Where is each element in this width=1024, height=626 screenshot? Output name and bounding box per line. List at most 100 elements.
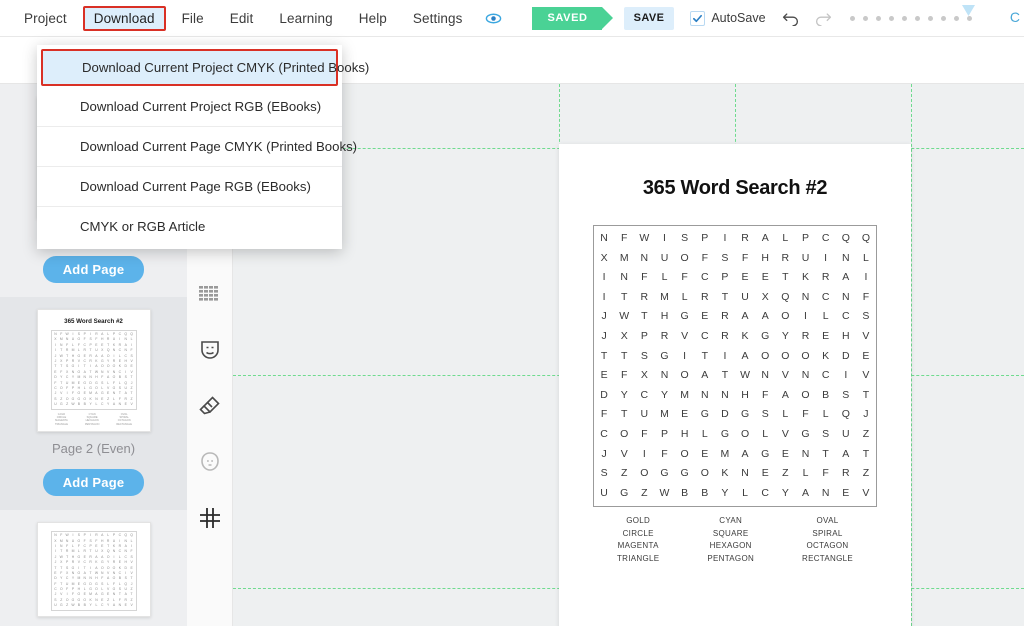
grid-cell-r2-c7: E <box>741 271 749 284</box>
grid-cell-r7-c9: V <box>781 369 789 382</box>
grid-cell-r7-c11: C <box>821 369 830 382</box>
menu-option-download-project-rgb[interactable]: Download Current Project RGB (EBooks) <box>37 87 342 127</box>
add-page-button-1[interactable]: Add Page <box>42 256 145 284</box>
autosave-checkbox[interactable] <box>690 10 706 26</box>
grid-cell-r8-c12: S <box>842 388 850 401</box>
word-list-item: PENTAGON <box>707 553 755 563</box>
grid-cell-r0-c1: F <box>621 232 628 244</box>
eye-icon[interactable] <box>485 10 502 27</box>
slider-dot[interactable] <box>901 15 907 21</box>
grid-cell-r12-c2: O <box>640 467 649 480</box>
slider-dot[interactable] <box>940 15 946 21</box>
word-list-item: RECTANGLE <box>802 553 854 563</box>
slider-handle-icon[interactable] <box>961 4 976 22</box>
menu-item-learning[interactable]: Learning <box>269 7 342 30</box>
grid-cell-r5-c5: C <box>700 329 709 342</box>
menu-item-help[interactable]: Help <box>349 7 397 30</box>
grid-cell-r9-c4: E <box>681 408 689 421</box>
paintbrush-icon[interactable] <box>197 393 223 419</box>
word-list[interactable]: GOLD CIRCLE MAGENTA TRIANGLE CYAN SQUARE HEXAG… <box>593 515 877 565</box>
menu-option-download-page-rgb[interactable]: Download Current Page RGB (EBooks) <box>37 167 342 207</box>
undo-icon[interactable] <box>782 10 801 26</box>
page-slot-3[interactable]: NFWISPIRALPCQQXMNUOFSFHRUINLINFLFCPEETKR… <box>0 510 187 617</box>
download-dropdown-menu[interactable]: Download Current Project CMYK (Printed B… <box>37 45 369 249</box>
grid-cell-r4-c1: W <box>619 310 630 323</box>
grid-cell-r1-c2: N <box>640 251 649 264</box>
grid-cell-r13-c9: Y <box>781 486 789 499</box>
grid-cell-r13-c2: Z <box>641 486 648 499</box>
crossword-grid-icon[interactable] <box>197 281 223 307</box>
slider-dot[interactable] <box>927 15 933 21</box>
grid-cell-r3-c7: U <box>741 290 749 303</box>
grid-cell-r1-c4: O <box>680 251 689 264</box>
page-thumbnail[interactable]: NFWISPIRALPCQQXMNUOFSFHRUINLINFLFCPEETKR… <box>36 522 151 617</box>
redo-icon[interactable] <box>813 10 832 26</box>
app-root: Project Download File Edit Learning Help… <box>0 0 1024 626</box>
grid-cell-r12-c4: G <box>680 467 689 480</box>
menu-item-project[interactable]: Project <box>14 7 77 30</box>
grid-cell-r10-c9: V <box>781 427 789 440</box>
menu-item-settings[interactable]: Settings <box>403 7 473 30</box>
slider-dot[interactable] <box>888 15 894 21</box>
menu-option-download-project-cmyk[interactable]: Download Current Project CMYK (Printed B… <box>41 49 369 86</box>
grid-cell-r10-c12: U <box>841 427 850 440</box>
slider-dot[interactable] <box>875 15 881 21</box>
word-search-grid-container[interactable]: NFWISPIRALPCQQXMNUOFSFHRUINLINFLFCPEETKR… <box>593 225 877 508</box>
grid-cell-r12-c0: S <box>600 467 608 480</box>
editor-canvas[interactable]: 365 Word Search #2 NFWISPIRALPCQQXMNUOFS… <box>233 84 1024 626</box>
slider-dot[interactable] <box>849 15 855 21</box>
thumbnail-grid: NFWISPIRALPCQQXMNUOFSFHRUINLINFLFCPEETKR… <box>50 330 137 410</box>
sheep-icon[interactable] <box>197 449 223 475</box>
grid-cell-r8-c4: M <box>680 388 689 401</box>
menu-item-edit[interactable]: Edit <box>220 7 264 30</box>
grid-cell-r0-c6: I <box>723 232 727 244</box>
grid-cell-r0-c4: S <box>681 232 689 244</box>
guide-line-vertical <box>911 84 912 626</box>
menu-item-download[interactable]: Download <box>82 5 166 31</box>
grid-cell-r11-c10: N <box>801 447 810 460</box>
menu-item-file[interactable]: File <box>172 7 214 30</box>
grid-cell-r2-c1: N <box>620 271 628 284</box>
autosave-toggle[interactable]: AutoSave <box>690 10 766 26</box>
word-list-item: OVAL <box>816 516 839 525</box>
hash-grid-icon[interactable] <box>197 505 223 531</box>
grid-cell-r6-c3: G <box>660 349 669 362</box>
grid-cell-r10-c5: L <box>701 427 708 440</box>
word-list-item: SQUARE <box>712 528 749 538</box>
theater-mask-icon[interactable] <box>197 337 223 363</box>
grid-cell-r5-c12: H <box>841 329 850 342</box>
page-slot-2[interactable]: 365 Word Search #2 NFWISPIRALPCQQXMNUOFS… <box>0 297 187 511</box>
grid-cell-r5-c11: E <box>822 329 830 342</box>
puzzle-title[interactable]: 365 Word Search #2 <box>559 177 911 200</box>
grid-cell-r11-c1: V <box>620 447 628 460</box>
slider-dot[interactable] <box>862 15 868 21</box>
page-canvas-sheet[interactable]: 365 Word Search #2 NFWISPIRALPCQQXMNUOFS… <box>559 144 911 626</box>
grid-cell-r9-c5: G <box>700 408 709 421</box>
grid-cell-r13-c10: A <box>801 486 809 499</box>
zoom-slider[interactable] <box>849 4 975 21</box>
slider-dot[interactable] <box>953 15 959 21</box>
right-partial-label[interactable]: C <box>1010 9 1020 25</box>
grid-cell-r8-c1: Y <box>620 388 628 401</box>
grid-cell-r8-c13: T <box>862 388 870 401</box>
page-thumbnail[interactable]: 365 Word Search #2 NFWISPIRALPCQQXMNUOFS… <box>36 309 151 433</box>
grid-cell-r9-c3: M <box>660 408 669 421</box>
grid-cell-r3-c6: T <box>721 290 729 303</box>
grid-cell-r12-c9: Z <box>782 467 789 480</box>
grid-cell-r10-c1: O <box>620 427 629 440</box>
grid-cell-r12-c11: F <box>822 467 829 480</box>
grid-cell-r7-c13: V <box>862 369 870 382</box>
menu-bar: Project Download File Edit Learning Help… <box>0 0 1024 37</box>
grid-cell-r3-c8: X <box>761 290 769 303</box>
grid-cell-r3-c9: Q <box>781 290 790 303</box>
grid-cell-r12-c8: E <box>761 467 769 480</box>
add-page-button-2[interactable]: Add Page <box>42 469 145 497</box>
grid-cell-r13-c8: C <box>761 486 769 499</box>
grid-cell-r12-c1: Z <box>621 467 628 480</box>
grid-cell-r4-c2: T <box>641 310 648 323</box>
save-button[interactable]: SAVE <box>623 6 675 30</box>
grid-cell-r4-c4: G <box>680 310 689 323</box>
menu-option-cmyk-rgb-article[interactable]: CMYK or RGB Article <box>37 207 342 246</box>
menu-option-download-page-cmyk[interactable]: Download Current Page CMYK (Printed Book… <box>37 127 357 167</box>
slider-dot[interactable] <box>914 15 920 21</box>
